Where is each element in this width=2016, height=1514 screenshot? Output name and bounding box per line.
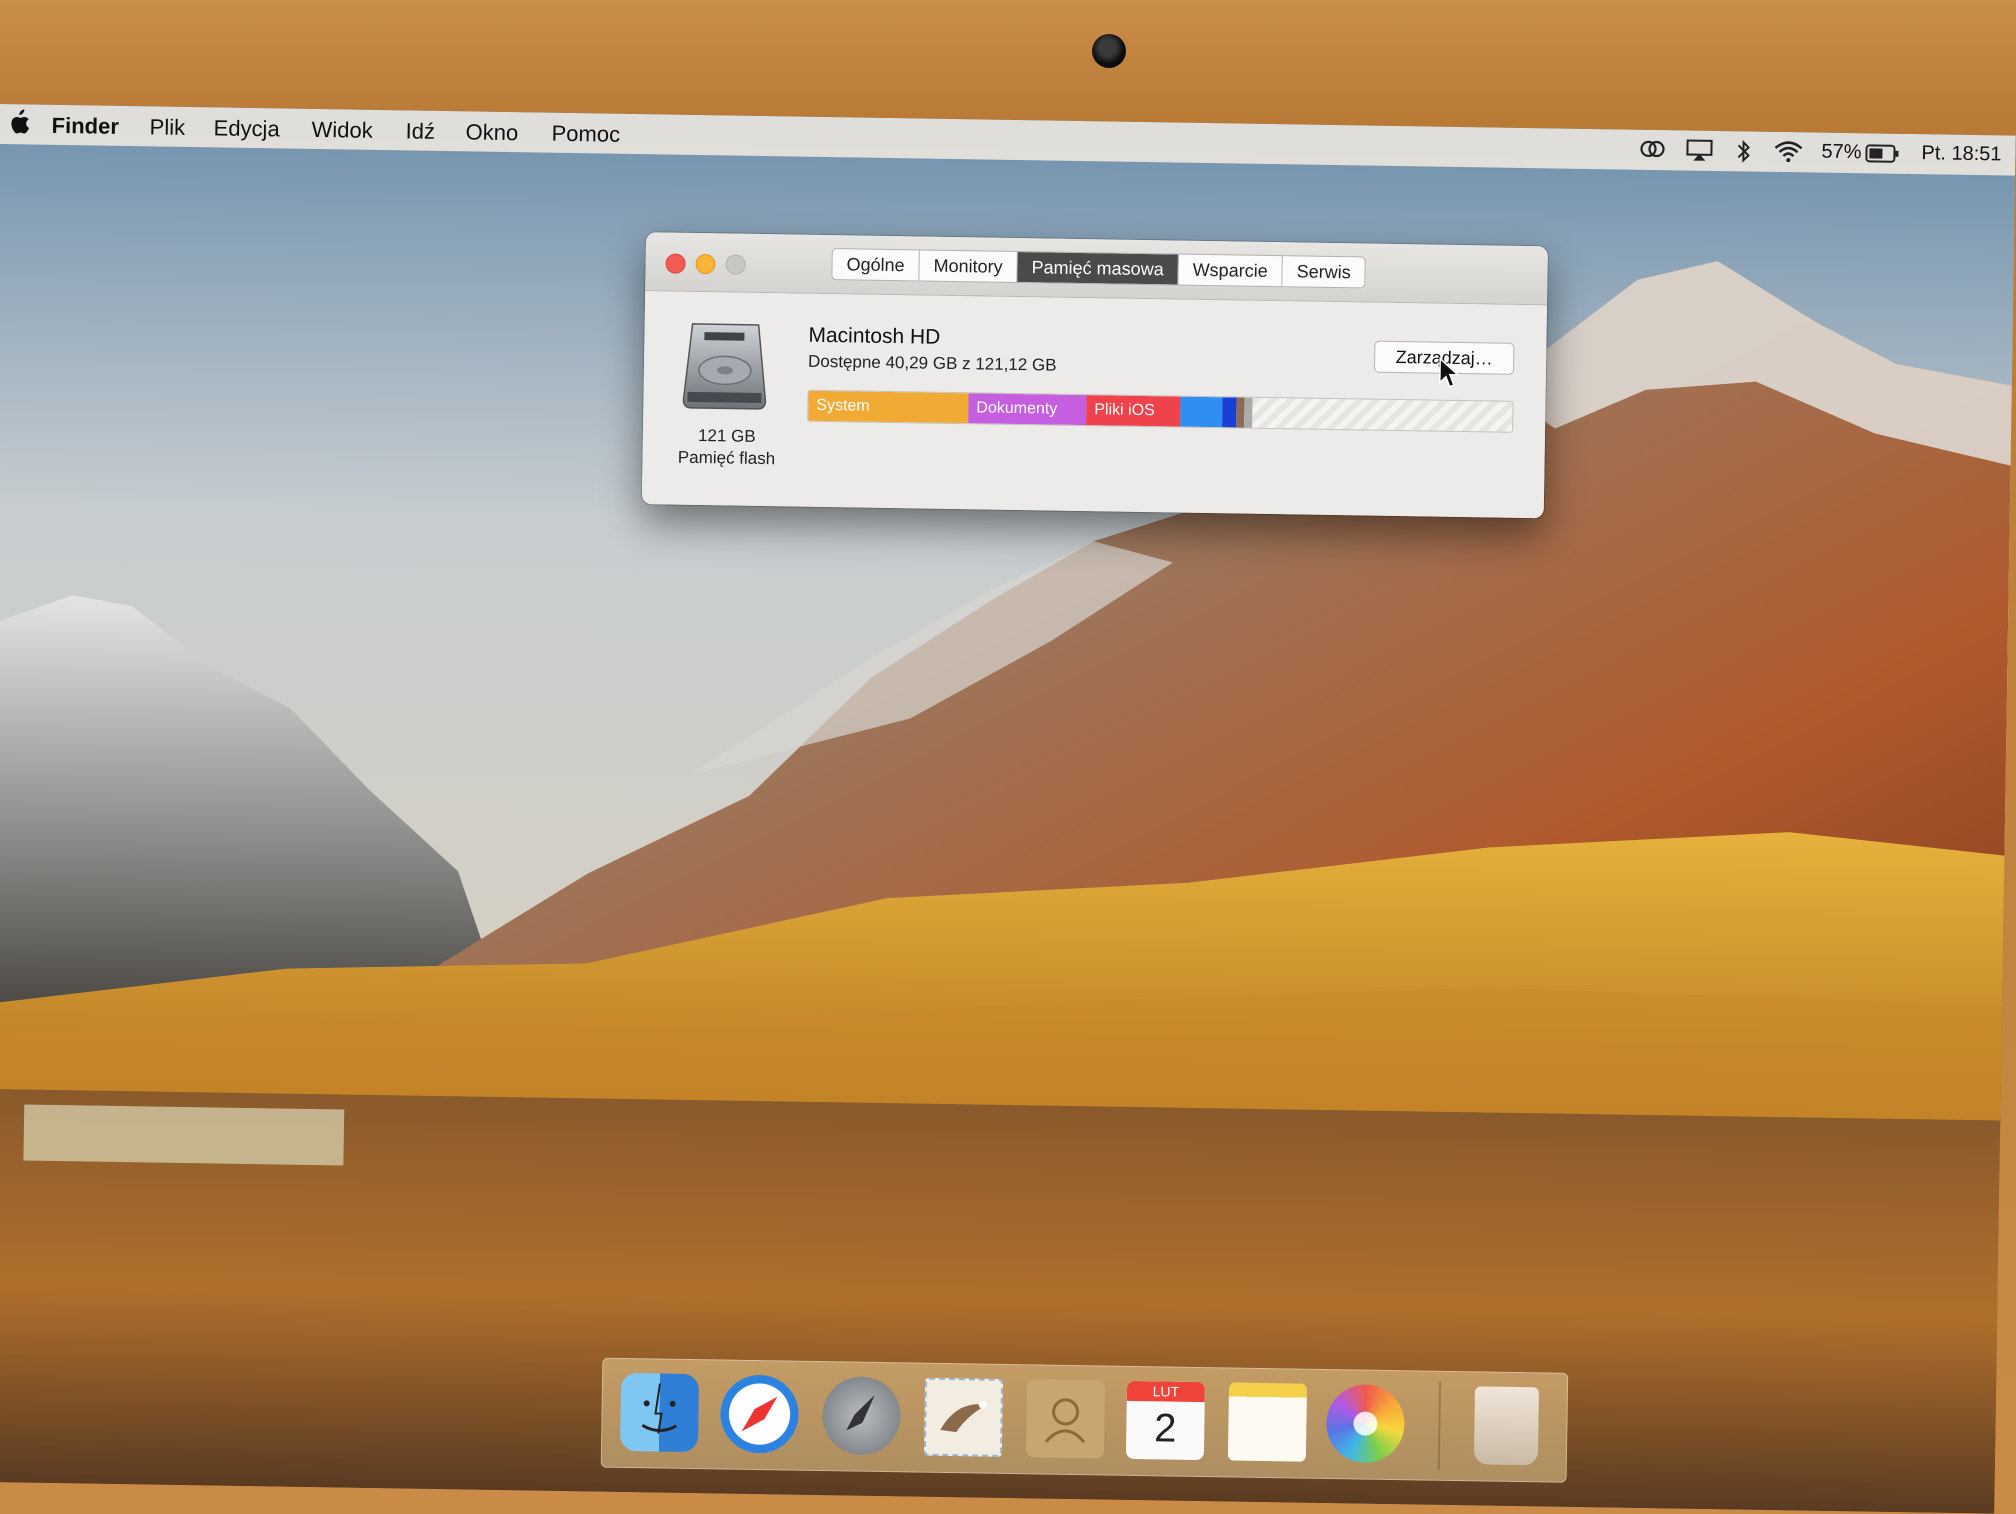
- wifi-icon[interactable]: [1773, 140, 1803, 168]
- storage-segment-system[interactable]: System: [808, 390, 969, 424]
- mail-icon[interactable]: [923, 1377, 1004, 1457]
- storage-segment-3[interactable]: [1180, 396, 1223, 428]
- storage-segment-dokumenty[interactable]: Dokumenty: [968, 393, 1087, 426]
- apple-icon[interactable]: [7, 108, 30, 136]
- disk-type: Pamięć flash: [677, 447, 776, 469]
- battery-percent: 57%: [1821, 140, 1862, 164]
- calendar-month: LUT: [1126, 1380, 1206, 1403]
- minimize-button[interactable]: [695, 253, 716, 275]
- storage-segment-4[interactable]: [1222, 397, 1237, 428]
- webcam: [1092, 34, 1126, 68]
- safari-icon[interactable]: [719, 1374, 800, 1454]
- storage-panel: 121 GB Pamięć flash Macintosh HD Dostępn…: [641, 291, 1548, 519]
- tab-bar: Ogólne Monitory Pamięć masowa Wsparcie S…: [831, 248, 1366, 289]
- storage-bar: System Dokumenty Pliki iOS: [807, 389, 1514, 433]
- disk-capacity: 121 GB: [697, 426, 756, 446]
- tab-monitory[interactable]: Monitory: [919, 250, 1018, 283]
- menu-okno[interactable]: Okno: [465, 119, 518, 146]
- calendar-day: 2: [1153, 1406, 1177, 1451]
- zoom-button: [725, 254, 746, 275]
- calendar-icon[interactable]: LUT 2: [1125, 1380, 1206, 1461]
- finder-icon[interactable]: [619, 1372, 700, 1453]
- contacts-icon[interactable]: [1025, 1379, 1106, 1459]
- airplay-icon[interactable]: [1685, 138, 1713, 168]
- tab-pamiec-masowa[interactable]: Pamięć masowa: [1017, 252, 1179, 285]
- storage-segment-pliki-ios[interactable]: Pliki iOS: [1086, 395, 1181, 427]
- volume-name: Macintosh HD: [808, 323, 941, 349]
- menu-idz[interactable]: Idź: [405, 118, 435, 144]
- available-space: Dostępne 40,29 GB z 121,12 GB: [807, 351, 1057, 375]
- menu-pomoc[interactable]: Pomoc: [551, 121, 620, 148]
- tab-serwis[interactable]: Serwis: [1282, 256, 1364, 287]
- photos-icon[interactable]: [1325, 1384, 1406, 1464]
- dock-separator: [1437, 1381, 1442, 1470]
- dock: LUT 2: [600, 1357, 1569, 1483]
- tab-wsparcie[interactable]: Wsparcie: [1178, 254, 1283, 287]
- creative-cloud-icon[interactable]: [1639, 138, 1667, 166]
- menu-widok[interactable]: Widok: [311, 117, 373, 144]
- desktop: Finder Plik Edycja Widok Idź Okno Pomoc …: [0, 104, 2016, 1514]
- menu-edycja[interactable]: Edycja: [213, 115, 279, 142]
- menu-finder[interactable]: Finder: [51, 113, 119, 140]
- launchpad-icon[interactable]: [821, 1376, 902, 1456]
- mouse-cursor-icon: [1438, 356, 1461, 394]
- battery-icon[interactable]: [1865, 143, 1899, 170]
- trash-icon[interactable]: [1473, 1386, 1540, 1466]
- menu-clock[interactable]: Pt. 18:51: [1921, 142, 2001, 166]
- tab-ogolne[interactable]: Ogólne: [832, 249, 920, 281]
- storage-segment-6[interactable]: [1244, 397, 1253, 428]
- hard-disk-icon: [681, 320, 768, 411]
- close-button[interactable]: [665, 253, 686, 274]
- menu-plik[interactable]: Plik: [149, 114, 185, 141]
- about-this-mac-window: Ogólne Monitory Pamięć masowa Wsparcie S…: [641, 232, 1548, 519]
- bluetooth-icon[interactable]: [1735, 138, 1752, 170]
- notes-icon[interactable]: [1227, 1382, 1308, 1462]
